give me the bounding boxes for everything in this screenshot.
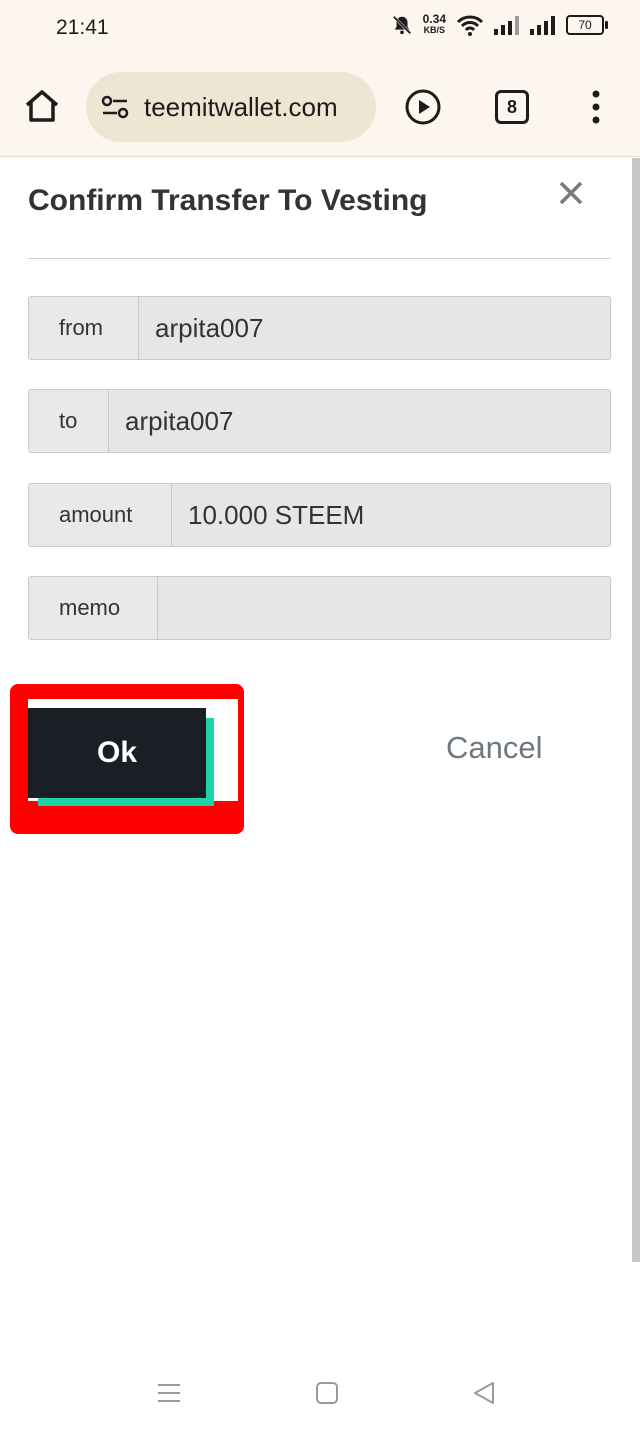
from-label: from — [29, 297, 139, 359]
address-bar[interactable]: teemitwallet.com — [86, 72, 376, 142]
to-value: arpita007 — [125, 405, 234, 436]
home-icon[interactable] — [22, 86, 62, 126]
ok-button[interactable]: Ok — [28, 708, 206, 798]
memo-field: memo — [28, 576, 611, 640]
back-nav-icon[interactable] — [472, 1380, 496, 1406]
page-scrollbar[interactable] — [632, 158, 640, 1262]
amount-label: amount — [29, 484, 172, 546]
recent-apps-icon[interactable] — [156, 1380, 182, 1406]
to-label: to — [29, 390, 109, 452]
play-icon[interactable] — [404, 88, 442, 126]
memo-label: memo — [29, 577, 158, 639]
status-time: 21:41 — [56, 16, 109, 39]
battery-icon: 70 — [566, 15, 608, 35]
dialog-title: Confirm Transfer To Vesting — [28, 184, 428, 217]
cancel-button[interactable]: Cancel — [446, 730, 543, 766]
url-text: teemitwallet.com — [144, 91, 338, 122]
home-nav-icon[interactable] — [315, 1380, 339, 1406]
from-field: from arpita007 — [28, 296, 611, 360]
signal-icon-2 — [530, 16, 555, 35]
close-icon[interactable] — [556, 178, 586, 208]
tab-switcher-button[interactable]: 8 — [495, 90, 529, 124]
status-bar: 21:41 0.34 KB/S 70 — [0, 0, 640, 56]
status-icons: 0.34 KB/S 70 — [391, 12, 608, 36]
signal-icon-1 — [494, 16, 519, 35]
site-settings-icon[interactable] — [100, 92, 130, 122]
to-field: to arpita007 — [28, 389, 611, 453]
wifi-icon — [456, 15, 484, 36]
amount-field: amount 10.000 STEEM — [28, 483, 611, 547]
more-options-icon[interactable] — [586, 88, 606, 126]
browser-toolbar: teemitwallet.com 8 — [0, 56, 640, 157]
net-speed: 0.34 KB/S — [422, 12, 446, 35]
mute-bell-icon — [392, 15, 411, 35]
title-divider — [28, 258, 611, 259]
memo-value — [158, 577, 610, 639]
from-value: arpita007 — [155, 312, 264, 343]
amount-value: 10.000 STEEM — [188, 499, 365, 530]
